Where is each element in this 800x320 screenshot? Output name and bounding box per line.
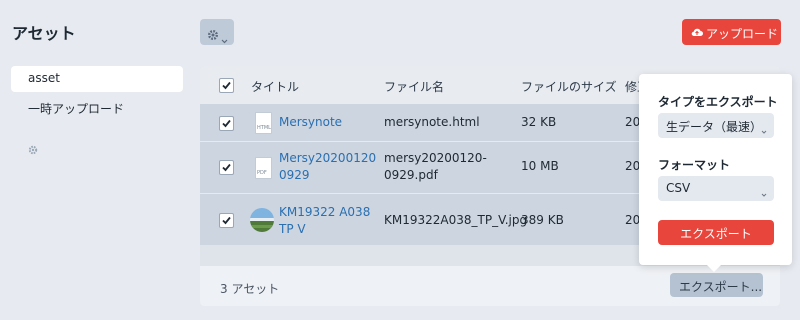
gear-icon — [207, 26, 219, 45]
row-checkbox[interactable] — [219, 213, 234, 228]
export-type-value: 生データ（最速） — [666, 120, 763, 134]
cloud-upload-icon — [691, 26, 703, 40]
export-button-label: エクスポート... — [679, 280, 763, 294]
asset-title-line: Mersy20200120 — [279, 151, 377, 165]
gear-icon[interactable] — [28, 140, 38, 159]
export-button[interactable]: エクスポート... — [670, 273, 763, 297]
filename-line: mersy20200120- — [384, 151, 487, 165]
upload-button[interactable]: アップロード — [682, 19, 781, 45]
settings-dropdown-button[interactable] — [200, 19, 234, 45]
export-format-label: フォーマット — [658, 158, 731, 172]
sidebar-item-asset[interactable]: asset — [11, 66, 183, 92]
column-header-title[interactable]: タイトル — [251, 78, 299, 95]
select-all-checkbox[interactable] — [219, 78, 234, 93]
export-type-label: タイプをエクスポート — [658, 95, 778, 109]
export-format-select[interactable]: CSV — [658, 176, 774, 201]
filename-cell: mersynote.html — [384, 115, 480, 129]
page-title: アセット — [12, 24, 76, 43]
export-submit-button[interactable]: エクスポート — [658, 220, 774, 245]
asset-title-link[interactable]: Mersy20200120 0929 — [279, 150, 376, 184]
modified-cell: 20 — [625, 115, 641, 129]
file-type-label: HTML — [257, 125, 271, 131]
filename-cell: mersy20200120- 0929.pdf — [384, 150, 487, 184]
image-thumbnail — [250, 208, 274, 232]
filename-line: 0929.pdf — [384, 168, 438, 182]
size-cell: 32 KB — [521, 115, 557, 129]
popover-arrow — [706, 264, 722, 272]
asset-title-line: 0929 — [279, 168, 310, 182]
file-type-label: PDF — [257, 170, 267, 176]
modified-cell: 20 — [625, 159, 641, 173]
size-cell: 10 MB — [521, 159, 559, 173]
chevron-down-icon — [761, 123, 767, 137]
chevron-down-icon — [761, 186, 767, 200]
column-header-filename[interactable]: ファイル名 — [384, 78, 444, 95]
asset-title-link[interactable]: KM19322 A038 TP V — [279, 204, 370, 238]
asset-title-link[interactable]: Mersynote — [279, 114, 342, 131]
asset-count: 3 アセット — [220, 282, 280, 296]
asset-title-line: KM19322 A038 — [279, 205, 371, 219]
asset-title-line: TP V — [279, 222, 306, 236]
sidebar-item-label: asset — [28, 71, 60, 85]
export-format-value: CSV — [666, 181, 691, 195]
upload-button-label: アップロード — [706, 27, 779, 41]
size-cell: 389 KB — [521, 213, 564, 227]
file-html-icon: HTML — [255, 112, 272, 134]
export-popover: タイプをエクスポート 生データ（最速） フォーマット CSV エクスポート — [639, 74, 792, 265]
filename-cell: KM19322A038_TP_V.jpg — [384, 213, 528, 227]
column-header-size[interactable]: ファイルのサイズ — [521, 78, 617, 95]
file-pdf-icon: PDF — [255, 157, 272, 179]
modified-cell: 20 — [625, 213, 641, 227]
chevron-down-icon — [221, 29, 228, 48]
row-checkbox[interactable] — [219, 116, 234, 131]
sidebar-item-temp-upload[interactable]: 一時アップロード — [28, 100, 124, 117]
export-submit-label: エクスポート — [680, 227, 752, 241]
export-type-select[interactable]: 生データ（最速） — [658, 113, 774, 138]
row-checkbox[interactable] — [219, 160, 234, 175]
